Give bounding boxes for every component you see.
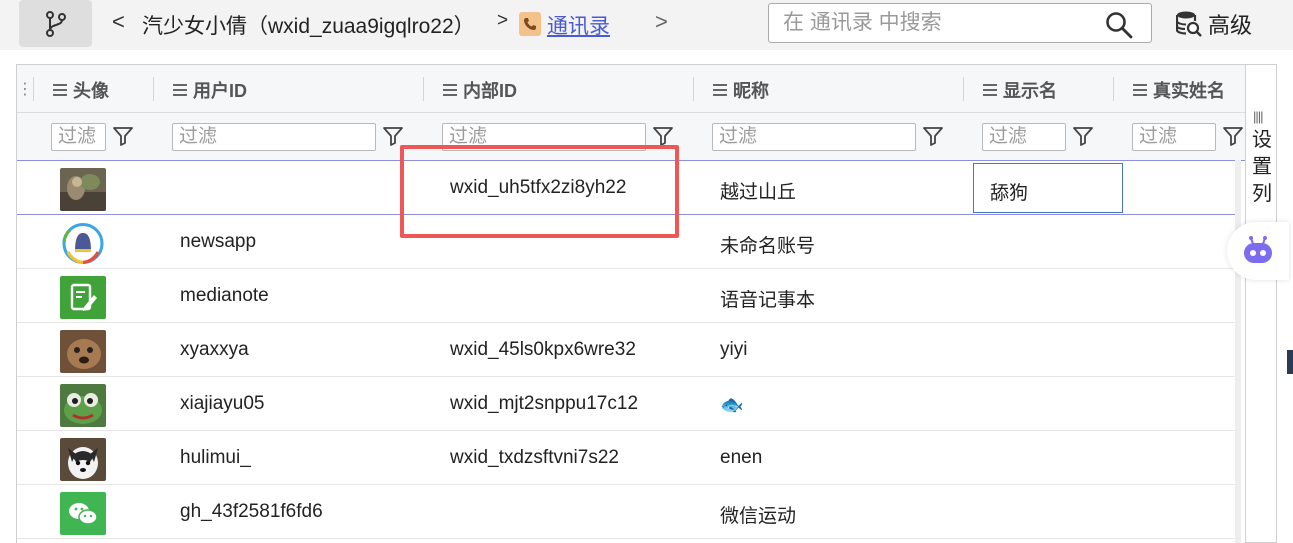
vertical-scrollbar[interactable] xyxy=(1235,160,1241,543)
breadcrumb-contacts[interactable]: 通讯录 xyxy=(547,10,610,40)
column-resize-handle[interactable]: ⋮ xyxy=(17,79,33,99)
filter-funnel-icon[interactable] xyxy=(383,126,403,146)
column-header-avatar[interactable]: 头像 xyxy=(53,77,109,103)
avatar xyxy=(60,276,106,319)
column-separator[interactable] xyxy=(423,77,424,101)
column-label: 头像 xyxy=(73,81,109,101)
column-menu-icon[interactable] xyxy=(443,84,457,96)
nickname-cell: 微信运动 xyxy=(720,506,797,527)
column-header-internal-id[interactable]: 内部ID xyxy=(443,77,517,103)
grip-icon: |||| xyxy=(1253,109,1263,124)
filter-funnel-icon[interactable] xyxy=(1223,126,1243,146)
user-id-cell: xyaxxya xyxy=(180,339,249,360)
table-row[interactable]: xiajiayu05 wxid_mjt2snppu17c12 🐟 xyxy=(17,377,1236,431)
contacts-grid: ⋮ 头像 用户ID 内部ID 昵称 显示名 真实姓名 过滤 过滤 过滤 过滤 过… xyxy=(16,64,1249,543)
internal-id-cell: wxid_mjt2snppu17c12 xyxy=(450,393,639,414)
filter-input[interactable] xyxy=(52,124,105,150)
column-header-display-name[interactable]: 显示名 xyxy=(983,77,1057,103)
nickname-cell: 语音记事本 xyxy=(720,290,816,311)
filter-funnel-icon[interactable] xyxy=(113,126,133,146)
column-menu-icon[interactable] xyxy=(1133,84,1147,96)
display-name-editor[interactable]: 舔狗 xyxy=(973,163,1123,213)
column-separator[interactable] xyxy=(1113,77,1114,101)
filter-funnel-icon[interactable] xyxy=(653,126,673,146)
column-header-real-name[interactable]: 真实姓名 xyxy=(1133,77,1225,103)
display-name-cell[interactable]: 舔狗 xyxy=(990,178,1028,205)
filter-funnel-icon[interactable] xyxy=(923,126,943,146)
column-header-user-id[interactable]: 用户ID xyxy=(173,77,247,103)
window-edge xyxy=(1287,350,1293,374)
filter-input[interactable] xyxy=(1133,124,1215,150)
header-row: ⋮ 头像 用户ID 内部ID 昵称 显示名 真实姓名 xyxy=(17,65,1249,113)
column-menu-icon[interactable] xyxy=(173,84,187,96)
column-separator[interactable] xyxy=(693,77,694,101)
column-separator[interactable] xyxy=(963,77,964,101)
filter-real-name[interactable] xyxy=(1132,123,1216,151)
column-settings-label[interactable]: 设置列 xyxy=(1249,127,1275,208)
column-header-nickname[interactable]: 昵称 xyxy=(713,77,769,103)
column-label: 显示名 xyxy=(1003,81,1057,101)
branch-button[interactable] xyxy=(19,0,92,47)
avatar xyxy=(60,168,106,211)
user-id-cell: gh_43f2581f6fd6 xyxy=(180,501,323,522)
avatar xyxy=(60,384,106,427)
filter-avatar[interactable] xyxy=(51,123,106,151)
avatar xyxy=(60,330,106,373)
nickname-cell: 越过山丘 xyxy=(720,182,797,203)
breadcrumb-user[interactable]: 汽少女小倩（wxid_zuaa9igqlro22） xyxy=(142,10,475,40)
avatar xyxy=(60,438,106,481)
column-label: 内部ID xyxy=(463,81,517,101)
user-id-cell: newsapp xyxy=(180,231,257,252)
user-id-cell: xiajiayu05 xyxy=(180,393,265,414)
advanced-label: 高级 xyxy=(1208,13,1253,38)
nickname-cell: enen xyxy=(720,447,763,468)
internal-id-cell: wxid_45ls0kpx6wre32 xyxy=(450,339,636,360)
search-box xyxy=(768,3,1152,43)
column-separator[interactable] xyxy=(153,77,154,101)
forward-button[interactable]: > xyxy=(655,9,668,35)
column-label: 真实姓名 xyxy=(1153,81,1225,101)
toolbar: < 汽少女小倩（wxid_zuaa9igqlro22） > 通讯录 > 高级 xyxy=(0,0,1293,50)
table-row[interactable]: gh_43f2581f6fd6 微信运动 xyxy=(17,485,1236,539)
nickname-cell: 🐟 xyxy=(720,395,744,416)
table-row[interactable]: hulimui_ wxid_txdzsftvni7s22 enen xyxy=(17,431,1236,485)
search-input[interactable] xyxy=(783,10,1093,36)
column-separator[interactable] xyxy=(33,77,34,101)
user-id-cell: medianote xyxy=(180,285,269,306)
filter-display-name[interactable] xyxy=(982,123,1066,151)
table-row[interactable]: xyaxxya wxid_45ls0kpx6wre32 yiyi xyxy=(17,323,1236,377)
phone-book-icon xyxy=(519,12,541,36)
filter-input[interactable] xyxy=(983,124,1065,150)
filter-input[interactable] xyxy=(713,124,915,150)
database-search-icon xyxy=(1176,11,1202,37)
user-id-cell: hulimui_ xyxy=(180,447,251,468)
robot-icon xyxy=(1244,236,1272,263)
column-settings-panel[interactable]: |||| 设置列 xyxy=(1245,64,1277,543)
internal-id-cell: wxid_txdzsftvni7s22 xyxy=(450,447,619,468)
back-button[interactable]: < xyxy=(112,9,125,35)
filter-nickname[interactable] xyxy=(712,123,916,151)
nickname-cell: yiyi xyxy=(720,339,748,360)
column-menu-icon[interactable] xyxy=(713,84,727,96)
advanced-button[interactable]: 高级 xyxy=(1176,6,1252,42)
filter-funnel-icon[interactable] xyxy=(1073,126,1093,146)
filter-input[interactable] xyxy=(173,124,375,150)
table-row[interactable]: medianote 语音记事本 xyxy=(17,269,1236,323)
nickname-cell: 未命名账号 xyxy=(720,236,816,257)
assistant-button[interactable] xyxy=(1227,222,1289,280)
highlight-annotation xyxy=(400,145,679,238)
column-menu-icon[interactable] xyxy=(53,84,67,96)
search-icon[interactable] xyxy=(1105,11,1133,39)
column-label: 昵称 xyxy=(733,81,769,101)
column-label: 用户ID xyxy=(193,81,247,101)
avatar xyxy=(60,492,106,535)
filter-user-id[interactable] xyxy=(172,123,376,151)
branch-icon xyxy=(45,10,66,37)
column-menu-icon[interactable] xyxy=(983,84,997,96)
avatar xyxy=(60,222,106,265)
breadcrumb-separator: > xyxy=(497,10,509,31)
